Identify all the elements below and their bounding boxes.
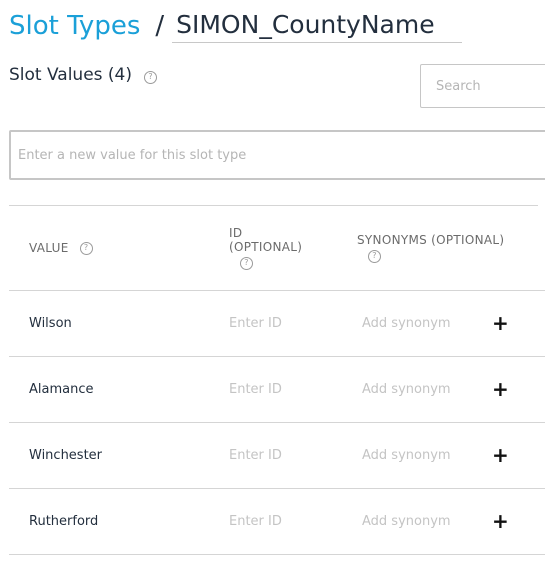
- question-circle-icon[interactable]: ?: [79, 241, 93, 255]
- synonym-input[interactable]: [362, 444, 482, 466]
- slot-value-text: Wilson: [29, 316, 72, 331]
- question-circle-icon[interactable]: ?: [368, 249, 381, 263]
- id-header-label: ID: [229, 226, 243, 240]
- id-input[interactable]: [229, 378, 339, 400]
- slot-type-editor: Slot Types / Slot Values (4) ? VALUE ? I…: [0, 0, 545, 568]
- slot-values-title: Slot Values (4): [9, 65, 133, 85]
- slot-values-table-body: Wilson + Alamance + Winchester + Rutherf…: [9, 291, 545, 555]
- slot-value-text: Winchester: [29, 448, 103, 463]
- slot-type-name-input[interactable]: [172, 9, 463, 43]
- value-column-header: VALUE ?: [29, 241, 93, 255]
- breadcrumb-separator: /: [155, 11, 165, 41]
- synonyms-header-label: SYNONYMS (OPTIONAL): [357, 233, 505, 247]
- table-row: Alamance +: [9, 357, 545, 423]
- id-input[interactable]: [229, 510, 339, 532]
- slot-values-heading: Slot Values (4) ?: [9, 65, 158, 85]
- slot-value-text: Alamance: [29, 382, 94, 397]
- table-header: VALUE ? ID (OPTIONAL) ? SYNONYMS (OPTION…: [9, 206, 545, 291]
- question-circle-icon[interactable]: ?: [144, 70, 158, 84]
- table-row: Rutherford +: [9, 489, 545, 555]
- value-header-label: VALUE: [29, 241, 69, 255]
- breadcrumb: Slot Types /: [9, 6, 463, 46]
- id-input[interactable]: [229, 312, 339, 334]
- plus-icon[interactable]: +: [492, 313, 509, 333]
- slot-value-text: Rutherford: [29, 514, 99, 529]
- plus-icon[interactable]: +: [492, 379, 509, 399]
- slot-types-link[interactable]: Slot Types: [9, 11, 140, 41]
- id-input[interactable]: [229, 444, 339, 466]
- new-slot-value-input[interactable]: [9, 130, 545, 180]
- id-header-optional-label: (OPTIONAL): [229, 240, 303, 254]
- table-row: Winchester +: [9, 423, 545, 489]
- plus-icon[interactable]: +: [492, 511, 509, 531]
- search-input[interactable]: [420, 64, 545, 108]
- question-circle-icon[interactable]: ?: [240, 256, 253, 270]
- synonym-input[interactable]: [362, 510, 482, 532]
- synonyms-column-header: SYNONYMS (OPTIONAL) ?: [357, 233, 504, 263]
- table-row: Wilson +: [9, 291, 545, 357]
- id-column-header: ID (OPTIONAL) ?: [229, 226, 302, 270]
- plus-icon[interactable]: +: [492, 445, 509, 465]
- synonym-input[interactable]: [362, 378, 482, 400]
- synonym-input[interactable]: [362, 312, 482, 334]
